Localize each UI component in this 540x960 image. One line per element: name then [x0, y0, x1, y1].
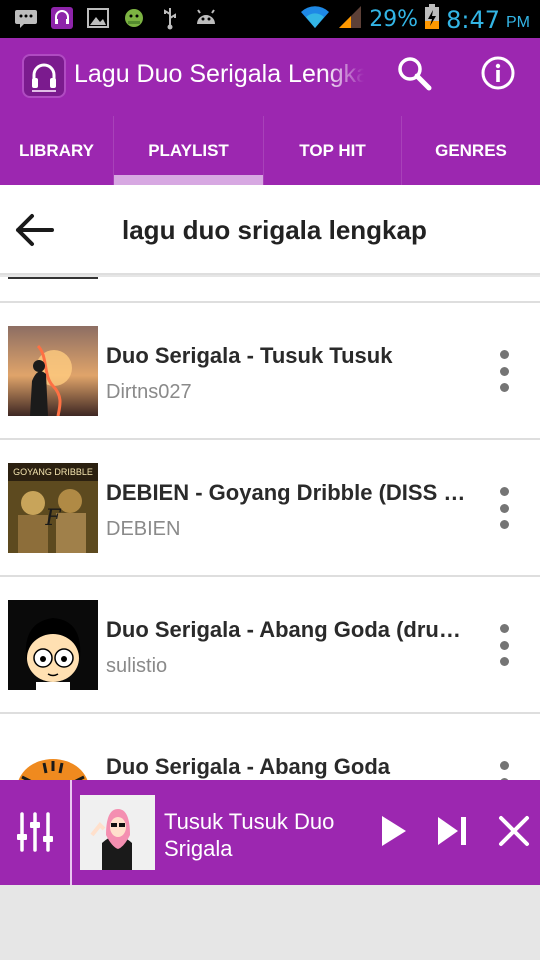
app-logo-icon[interactable]	[22, 54, 66, 98]
track-overflow-menu[interactable]	[486, 484, 522, 532]
search-icon	[396, 55, 432, 96]
tab-top-hit[interactable]: TOP HIT	[264, 116, 402, 185]
track-artist: Dirtns027	[106, 381, 192, 403]
more-vert-icon	[499, 350, 509, 359]
now-playing-title: Tusuk Tusuk Duo Srigala	[164, 809, 335, 861]
track-title: Duo Serigala - Abang Goda	[106, 754, 390, 779]
app-title: Lagu Duo Serigala Lengkap	[74, 60, 364, 89]
track-title: Duo Serigala - Tusuk Tusuk	[106, 343, 393, 368]
more-vert-icon	[499, 761, 509, 770]
equalizer-button[interactable]	[14, 812, 56, 852]
signal-icon	[337, 4, 363, 35]
thumbnail-overlay-text: F	[44, 506, 61, 531]
close-player-button[interactable]	[494, 814, 534, 852]
notification-icons	[14, 7, 218, 30]
tab-library[interactable]: LIBRARY	[0, 116, 114, 185]
play-icon	[376, 813, 408, 854]
list-item[interactable]: Duo Serigala - Abang Goda	[0, 714, 540, 780]
system-icons: 29% 8:47 PM	[299, 4, 530, 35]
track-thumbnail	[8, 737, 98, 780]
thumbnail-caption: GOYANG DRIBBLE	[13, 467, 93, 477]
clock-time: 8:47	[446, 5, 500, 34]
player-divider	[70, 780, 72, 885]
skip-next-icon	[434, 814, 470, 853]
battery-percent: 29%	[369, 7, 419, 32]
headphones-app-icon	[50, 7, 74, 29]
track-thumbnail	[8, 326, 98, 416]
info-icon	[480, 55, 516, 96]
play-button[interactable]	[372, 814, 412, 852]
track-artist: DEBIEN	[106, 518, 181, 540]
search-header: lagu duo srigala lengkap	[0, 185, 540, 275]
wifi-icon	[299, 4, 331, 35]
equalizer-icon	[14, 812, 56, 856]
skip-next-button[interactable]	[432, 814, 472, 852]
now-playing-bar[interactable]: Tusuk Tusuk Duo Srigala	[0, 780, 540, 885]
now-playing-artwork	[80, 795, 155, 870]
battery-charging-icon	[424, 4, 440, 35]
app-bar: Lagu Duo Serigala Lengkap	[0, 38, 540, 116]
status-bar: 29% 8:47 PM	[0, 0, 540, 38]
previous-thumbnail-edge	[8, 277, 98, 279]
back-button[interactable]	[14, 210, 56, 250]
close-icon	[497, 814, 531, 853]
search-button[interactable]	[394, 55, 434, 95]
track-title: Duo Serigala - Abang Goda (drum cover)	[106, 617, 468, 642]
tab-genres[interactable]: GENRES	[402, 116, 540, 185]
usb-icon	[158, 7, 182, 30]
track-artist: sulistio	[106, 655, 168, 677]
android-debug-icon	[194, 7, 218, 29]
list-item[interactable]: Duo Serigala - Abang Goda (drum cover) s…	[0, 577, 540, 712]
clock-ampm: PM	[506, 13, 530, 31]
list-item[interactable]: Duo Serigala - Tusuk Tusuk Dirtns027	[0, 303, 540, 438]
search-query-title: lagu duo srigala lengkap	[122, 215, 427, 245]
track-list[interactable]: Duo Serigala - Tusuk Tusuk Dirtns027 GOY…	[0, 277, 540, 780]
info-button[interactable]	[478, 55, 518, 95]
track-thumbnail: GOYANG DRIBBLE F	[8, 463, 98, 553]
arrow-left-icon	[14, 214, 56, 254]
image-icon	[86, 7, 110, 29]
tab-playlist[interactable]: PLAYLIST	[114, 116, 264, 185]
more-vert-icon	[499, 624, 509, 633]
list-item[interactable]: GOYANG DRIBBLE F DEBIEN - Goyang Dribble…	[0, 440, 540, 575]
tab-bar: LIBRARY PLAYLIST TOP HIT GENRES	[0, 116, 540, 185]
android-icon	[122, 7, 146, 29]
bbm-icon	[14, 7, 38, 29]
track-thumbnail	[8, 600, 98, 690]
track-overflow-menu[interactable]	[486, 758, 522, 780]
track-overflow-menu[interactable]	[486, 347, 522, 395]
more-vert-icon	[499, 487, 509, 496]
track-title: DEBIEN - Goyang Dribble (DISS DUO SERIGA…	[106, 480, 468, 505]
track-overflow-menu[interactable]	[486, 621, 522, 669]
